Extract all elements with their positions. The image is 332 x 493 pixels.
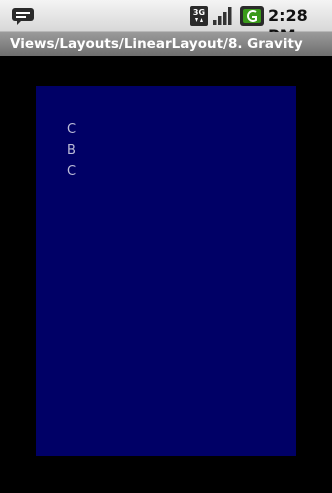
signal-icon [212,6,234,26]
gravity-layout-panel: C B C [36,86,296,456]
page-title: Views/Layouts/LinearLayout/8. Gravity [10,36,303,52]
network-3g-icon: 3G [190,6,208,26]
text-item-b: B [67,143,76,158]
text-item-c: C [67,164,77,179]
title-bar: Views/Layouts/LinearLayout/8. Gravity [0,32,332,56]
text-list: C B C [67,119,76,182]
content-area: C B C [0,56,332,493]
text-item-c: C [67,122,77,137]
status-bar: 3G 2:28 PM [0,0,332,45]
notification-icon[interactable] [11,7,35,25]
battery-icon [240,6,264,26]
svg-text:3G: 3G [193,8,205,17]
